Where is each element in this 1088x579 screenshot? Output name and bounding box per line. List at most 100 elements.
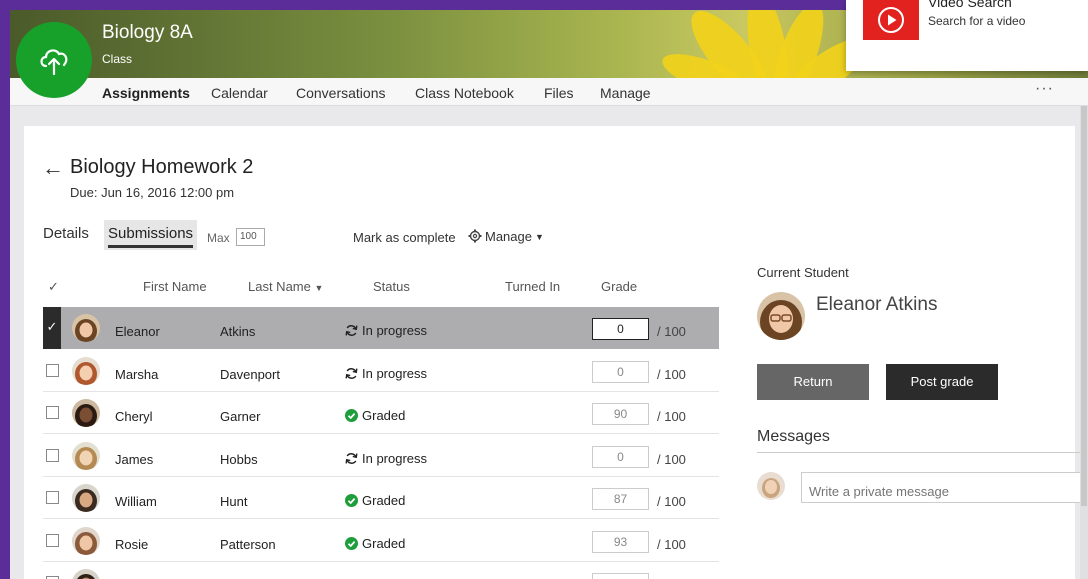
nav-calendar[interactable]: Calendar [211, 85, 268, 101]
header-status[interactable]: Status [373, 279, 410, 294]
grade-input[interactable]: 0 [592, 445, 649, 468]
grade-input[interactable]: 0 [592, 318, 649, 340]
avatar [72, 441, 100, 470]
scrollbar[interactable] [1080, 106, 1088, 579]
current-student-label: Current Student [757, 265, 849, 280]
grade-input[interactable]: 0 [592, 360, 649, 383]
nav-conversations[interactable]: Conversations [296, 85, 386, 101]
status-label: In progress [362, 323, 428, 338]
table-row[interactable]: William Hunt Graded 87 / 100 [43, 477, 719, 519]
last-name-cell: Patterson [220, 536, 276, 552]
status-cell: Graded [345, 408, 405, 423]
grade-input[interactable]: 87 [592, 488, 649, 510]
status-label: Graded [362, 535, 406, 551]
caret-down-icon: ▼ [534, 232, 544, 242]
class-subtitle: Class [102, 52, 133, 66]
avatar [757, 472, 785, 500]
last-name-cell: Hobbs [220, 451, 258, 467]
avatar [72, 484, 100, 512]
select-all-checkbox[interactable]: ✓ [48, 279, 59, 295]
header-last-name[interactable]: Last Name ▼ [248, 279, 323, 294]
row-checkbox[interactable] [46, 363, 59, 377]
cloud-upload-icon [40, 49, 68, 76]
more-options-icon[interactable]: ··· [1035, 80, 1054, 98]
grade-max: / 100 [657, 494, 686, 509]
grade-max: / 100 [657, 324, 686, 339]
avatar [72, 356, 100, 385]
popup-title: Video Search [928, 0, 1012, 10]
row-checkbox[interactable] [46, 448, 59, 462]
assignment-title: Biology Homework 2 [70, 156, 254, 178]
grade-max: / 100 [657, 409, 686, 424]
status-cell: In progress [345, 366, 427, 381]
mark-as-complete-button[interactable]: Mark as complete [353, 230, 456, 245]
status-cell: In progress [345, 451, 427, 466]
row-checkbox[interactable] [46, 491, 59, 504]
status-cell: Graded [345, 493, 405, 508]
grade-input[interactable]: 90 [592, 403, 649, 425]
divider [757, 452, 1081, 453]
last-name-cell: Garner [220, 409, 261, 424]
avatar [72, 526, 100, 555]
first-name-cell: James [115, 451, 154, 467]
nav-assignments[interactable]: Assignments [102, 85, 190, 101]
table-row[interactable]: Cheryl Garner Graded 90 / 100 [43, 392, 719, 434]
header-first-name[interactable]: First Name [143, 279, 207, 294]
avatar [72, 569, 100, 579]
manage-dropdown[interactable]: Manage ▼ [468, 229, 544, 244]
status-label: Graded [362, 408, 406, 423]
tab-details[interactable]: Details [43, 225, 89, 242]
gear-icon [468, 229, 482, 243]
first-name-cell: Rosie [115, 536, 149, 552]
last-name-cell: Hunt [220, 494, 248, 509]
table-row[interactable]: SamuelPerkinsGraded85/ 100 [43, 562, 719, 579]
row-checkbox-checked[interactable]: ✓ [43, 307, 61, 349]
back-arrow-icon[interactable]: ← [42, 155, 64, 181]
private-message-input[interactable] [801, 472, 1081, 503]
scrollbar-thumb[interactable] [1081, 106, 1087, 506]
popup-subtitle: Search for a video [928, 14, 1026, 28]
status-label: In progress [362, 450, 428, 466]
table-row[interactable]: James Hobbs In progress 0 / 100 [43, 435, 719, 477]
class-title: Biology 8A [102, 22, 193, 43]
last-name-cell: Atkins [220, 324, 256, 339]
header-grade[interactable]: Grade [601, 279, 637, 294]
row-checkbox[interactable] [46, 406, 59, 419]
table-row[interactable]: Marsha Davenport In progress 0 / 100 [43, 350, 719, 392]
nav-class-notebook[interactable]: Class Notebook [415, 85, 514, 101]
avatar [72, 314, 100, 342]
post-grade-button[interactable]: Post grade [886, 364, 998, 400]
status-label: In progress [362, 365, 428, 381]
nav-manage[interactable]: Manage [600, 85, 651, 101]
status-cell: Graded [345, 536, 405, 551]
tab-submissions[interactable]: Submissions [104, 220, 198, 250]
table-row[interactable]: ✓ Eleanor Atkins In progress 0 / 100 [43, 307, 719, 349]
graded-check-icon [345, 536, 358, 550]
row-checkbox[interactable] [46, 533, 59, 547]
sync-icon [345, 452, 358, 464]
class-nav: Assignments Calendar Conversations Class… [10, 78, 1088, 106]
nav-files[interactable]: Files [544, 85, 574, 101]
tab-submissions-label: Submissions [108, 225, 194, 242]
table-row[interactable]: Rosie Patterson Graded 93 / 100 [43, 520, 719, 562]
avatar [757, 292, 805, 340]
first-name-cell: Marsha [115, 366, 159, 382]
grade-max: / 100 [657, 451, 686, 467]
grade-input[interactable]: 85 [592, 573, 649, 579]
max-label: Max [207, 231, 230, 245]
sync-icon [345, 325, 358, 336]
return-button[interactable]: Return [757, 364, 869, 400]
assignment-card: ← Biology Homework 2 Due: Jun 16, 2016 1… [24, 126, 1081, 579]
grade-input[interactable]: 93 [592, 530, 649, 553]
grade-max: / 100 [657, 536, 686, 552]
video-search-popup[interactable]: Video Search Search for a video [846, 0, 1088, 71]
header-turned-in[interactable]: Turned In [505, 279, 560, 294]
sync-icon [345, 367, 358, 379]
manage-label: Manage [485, 229, 532, 244]
first-name-cell: Cheryl [115, 409, 153, 424]
graded-check-icon [345, 409, 358, 422]
class-logo[interactable] [16, 22, 92, 98]
max-points-input[interactable]: 100 [236, 228, 265, 246]
avatar [72, 399, 100, 427]
current-student-name: Eleanor Atkins [816, 294, 938, 315]
